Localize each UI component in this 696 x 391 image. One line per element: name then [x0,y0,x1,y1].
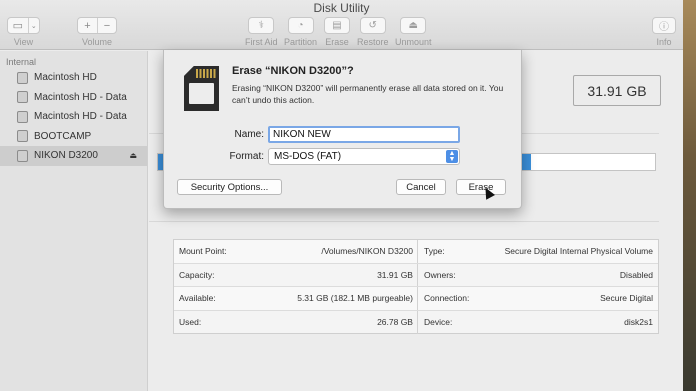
info-value: /Volumes/NIKON D3200 [321,246,413,257]
disk-icon [17,149,28,162]
sidebar-section-internal: Internal [6,57,37,67]
table-row: Available: 5.31 GB (182.1 MB purgeable) C… [174,287,658,311]
unmount-label: Unmount [395,37,432,47]
sidebar-item-label: Macintosh HD - Data [34,91,127,103]
sidebar-item-label: BOOTCAMP [34,130,92,142]
info-key: Type: [423,246,445,257]
restore-label: Restore [357,37,389,47]
security-options-button[interactable]: Security Options... [177,179,282,195]
first-aid-button[interactable]: ⚕ First Aid [245,17,278,47]
sd-card-label [189,83,214,104]
sidebar-item-macintosh-hd-data[interactable]: Macintosh HD - Data [0,88,147,108]
sidebar-item-label: Macintosh HD - Data [34,111,127,123]
format-select-value: MS-DOS (FAT) [274,151,342,162]
sidebar-item-label: NIKON D3200 [34,150,98,162]
info-value: 5.31 GB (182.1 MB purgeable) [297,293,413,304]
stethoscope-icon: ⚕ [248,17,275,34]
erase-button[interactable]: Erase [456,179,506,195]
name-input[interactable] [268,126,460,143]
info-value: Secure Digital [600,293,653,304]
eject-icon[interactable]: ⏏ [129,151,137,160]
format-label: Format: [229,151,264,162]
volume-info-table: Mount Point: /Volumes/NIKON D3200 Type: Se… [173,239,659,334]
dialog-title: Erase “NIKON D3200”? [232,65,354,77]
info-key: Connection: [423,293,470,304]
desktop-background [683,0,696,391]
sd-card-pins [196,69,216,78]
volume-label: Volume [81,37,113,47]
erase-icon: ▤ [324,17,350,34]
disk-utility-window: Disk Utility ▭ ⌄ View + − Volume ⚕ First… [0,0,683,391]
partition-button[interactable]: ◔ Partition [284,17,317,47]
info-value: 26.78 GB [377,317,413,328]
info-icon: ⓘ [652,17,676,34]
restore-button[interactable]: ↺ Restore [357,17,389,47]
disk-icon [17,110,28,123]
table-row: Mount Point: /Volumes/NIKON D3200 Type: Se… [174,240,658,264]
info-key: Owners: [423,269,456,280]
sd-card-icon [184,66,219,111]
view-label: View [13,37,34,47]
disk-icon [17,91,28,104]
info-label: Info [656,37,672,47]
info-key: Device: [423,317,453,328]
volume-control[interactable]: + − Volume [77,17,117,47]
partition-label: Partition [284,37,318,47]
window-title: Disk Utility [313,1,370,15]
remove-volume-button[interactable]: − [96,18,116,33]
restore-icon: ↺ [359,17,386,34]
table-row: Capacity: 31.91 GB Owners: Disabled [174,263,658,287]
sidebar-item-macintosh-hd[interactable]: Macintosh HD [0,68,147,88]
first-aid-label: First Aid [245,37,278,47]
info-value: disk2s1 [624,317,653,328]
info-key: Capacity: [179,269,215,280]
sidebar: Internal Macintosh HD Macintosh HD - Dat… [0,51,148,391]
sidebar-item-macintosh-hd-data-2[interactable]: Macintosh HD - Data [0,107,147,127]
info-button[interactable]: ⓘ Info [652,17,676,47]
capacity-box: 31.91 GB [573,75,661,106]
dialog-message: Erasing “NIKON D3200” will permanently e… [232,83,504,105]
sidebar-item-bootcamp[interactable]: BOOTCAMP [0,127,147,147]
partition-pie-icon: ◔ [287,17,314,34]
format-select[interactable]: MS-DOS (FAT) ▲ ▼ [268,148,460,165]
erase-toolbar-button[interactable]: ▤ Erase [324,17,350,47]
sidebar-toggle-icon[interactable]: ▭ [8,18,28,33]
info-value: Secure Digital Internal Physical Volume [504,246,653,257]
add-volume-button[interactable]: + [78,18,97,33]
erase-label: Erase [325,37,349,47]
toolbar: Disk Utility ▭ ⌄ View + − Volume ⚕ First… [0,0,683,50]
info-value: 31.91 GB [377,269,413,280]
table-row: Used: 26.78 GB Device: disk2s1 [174,310,658,334]
chevron-down-icon[interactable]: ⌄ [27,18,39,33]
disk-icon [17,130,28,143]
updown-chevron-icon: ▲ ▼ [446,150,458,163]
info-key: Mount Point: [179,246,227,257]
info-value: Disabled [619,269,653,280]
info-key: Available: [179,293,216,304]
unmount-button[interactable]: ⏏ Unmount [395,17,432,47]
sidebar-item-label: Macintosh HD [34,72,97,84]
sidebar-item-nikon-d3200[interactable]: NIKON D3200 ⏏ [0,146,147,166]
divider [149,221,659,222]
cancel-button[interactable]: Cancel [396,179,446,195]
unmount-icon: ⏏ [400,17,427,34]
disk-icon [17,71,28,84]
view-control[interactable]: ▭ ⌄ View [7,17,40,47]
name-label: Name: [234,129,264,140]
info-key: Used: [179,317,202,328]
